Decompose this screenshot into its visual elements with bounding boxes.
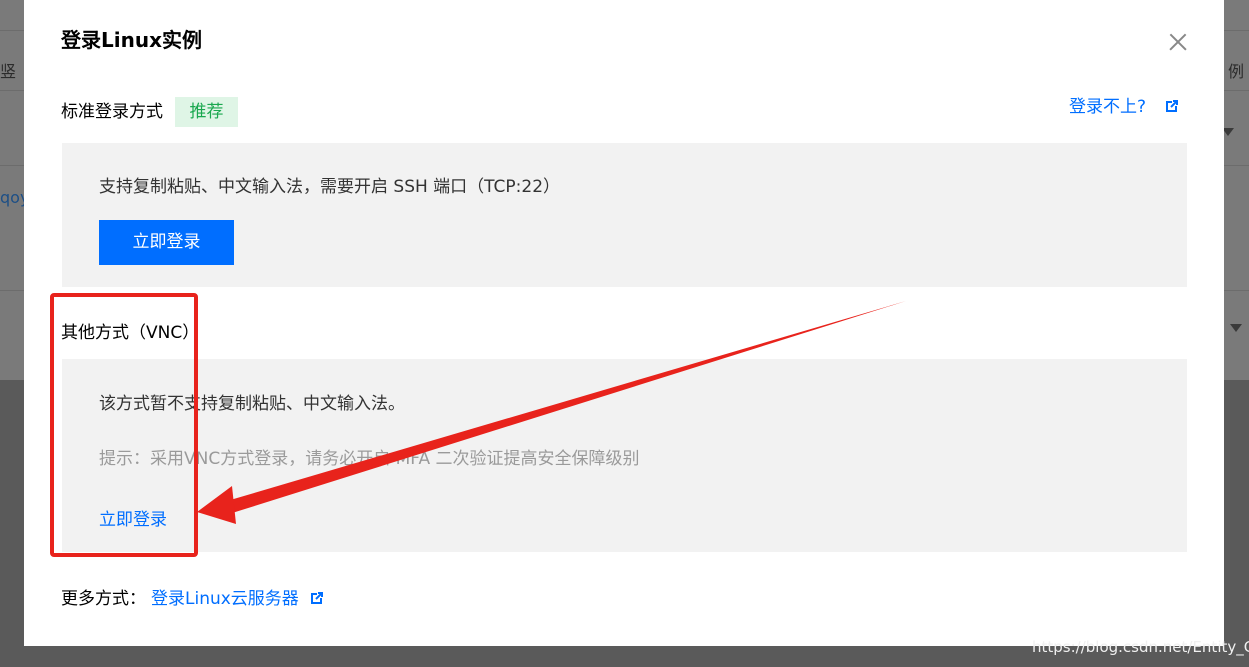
- background-text: 例: [1228, 62, 1245, 81]
- login-dialog: 登录Linux实例 标准登录方式 推荐 登录不上? 支持复制粘贴、中文输入法，需…: [24, 0, 1224, 646]
- chevron-down-icon: [1230, 324, 1242, 332]
- vnc-login-label: 其他方式（VNC）: [61, 323, 200, 343]
- dialog-title: 登录Linux实例: [61, 28, 202, 52]
- linux-server-login-link-label: 登录Linux云服务器: [151, 589, 299, 609]
- vnc-hint: 提示：采用VNC方式登录，请务必开启 MFA 二次验证提高安全保障级别: [99, 449, 640, 469]
- more-methods-label: 更多方式：: [61, 589, 146, 609]
- cannot-login-link[interactable]: 登录不上?: [1069, 92, 1179, 117]
- vnc-login-link[interactable]: 立即登录: [99, 505, 167, 530]
- vnc-description: 该方式暂不支持复制粘贴、中文输入法。: [99, 394, 405, 414]
- standard-login-description: 支持复制粘贴、中文输入法，需要开启 SSH 端口（TCP:22）: [99, 177, 561, 197]
- watermark: https://blog.csdn.net/Entity_G: [1032, 638, 1249, 656]
- standard-login-label: 标准登录方式: [61, 102, 163, 122]
- cannot-login-link-label: 登录不上?: [1069, 97, 1147, 117]
- close-icon[interactable]: [1166, 30, 1190, 54]
- ssh-login-button[interactable]: 立即登录: [99, 220, 234, 265]
- linux-server-login-link[interactable]: 登录Linux云服务器: [151, 584, 324, 609]
- external-link-icon: [310, 591, 324, 605]
- vnc-login-panel: 该方式暂不支持复制粘贴、中文输入法。 提示：采用VNC方式登录，请务必开启 MF…: [62, 359, 1187, 552]
- standard-login-panel: 支持复制粘贴、中文输入法，需要开启 SSH 端口（TCP:22） 立即登录: [62, 143, 1187, 287]
- external-link-icon: [1165, 99, 1179, 113]
- background-text: 竖: [0, 62, 17, 81]
- recommended-badge: 推荐: [175, 97, 238, 127]
